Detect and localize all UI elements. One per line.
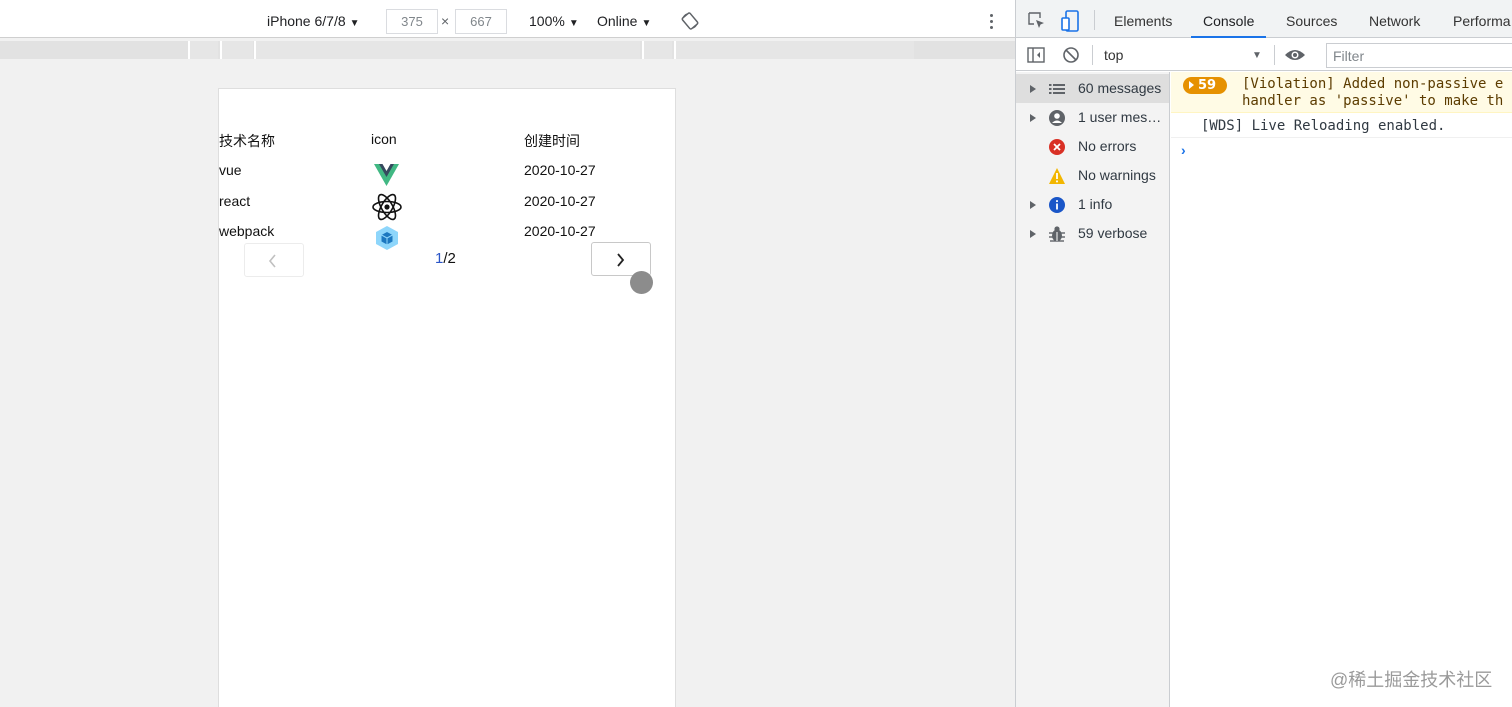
tab-network[interactable]: Network — [1369, 0, 1420, 38]
media-query-segment[interactable] — [188, 41, 218, 59]
column-header-icon: icon — [371, 131, 397, 147]
violation-text-line: handler as 'passive' to make th — [1242, 93, 1504, 109]
media-query-segment[interactable] — [254, 41, 640, 59]
sidebar-item-label: 59 verbose — [1078, 225, 1148, 241]
console-message-violation[interactable]: 59 [Violation] Added non-passive e handl… — [1171, 72, 1512, 113]
info-icon — [1049, 197, 1065, 213]
webpack-logo-icon — [376, 226, 398, 250]
throttle-value: Online — [597, 13, 638, 29]
throttle-select[interactable]: Online ▼ — [597, 0, 651, 38]
rotate-icon[interactable] — [681, 12, 699, 30]
date-cell: 2020-10-27 — [524, 223, 596, 239]
clear-console-icon[interactable] — [1062, 46, 1080, 64]
tab-elements[interactable]: Elements — [1114, 0, 1172, 38]
sidebar-item-label: 60 messages — [1078, 80, 1162, 96]
zoom-select[interactable]: 100% ▼ — [529, 0, 579, 38]
device-select[interactable]: iPhone 6/7/8 ▼ — [267, 0, 360, 38]
filter-input[interactable]: Filter — [1326, 43, 1512, 68]
sidebar-item-label: No errors — [1078, 138, 1137, 154]
device-toolbar: iPhone 6/7/8 ▼ 375 × 667 100% ▼ Online ▼ — [0, 0, 1015, 38]
tab-performance[interactable]: Performa — [1453, 0, 1511, 38]
console-toolbar: top ▼ Filter — [1016, 39, 1512, 71]
toolbar-divider — [1094, 10, 1095, 30]
touch-cursor-indicator — [630, 271, 653, 294]
chevron-down-icon: ▼ — [1252, 50, 1262, 61]
media-query-segment[interactable] — [674, 41, 914, 59]
sidebar-item-messages[interactable]: 60 messages — [1016, 74, 1169, 103]
inspect-element-icon[interactable] — [1028, 12, 1046, 30]
date-cell: 2020-10-27 — [524, 162, 596, 178]
dimension-separator: × — [441, 13, 450, 29]
log-text: [WDS] Live Reloading enabled. — [1201, 118, 1446, 134]
expand-triangle-icon[interactable] — [1030, 85, 1036, 93]
sidebar-toggle-icon[interactable] — [1027, 47, 1045, 63]
device-viewport: 技术名称 icon 创建时间 vue 2020-10-27 react 2020… — [218, 88, 676, 707]
expand-triangle-icon[interactable] — [1030, 114, 1036, 122]
chevron-down-icon: ▼ — [568, 18, 579, 29]
user-icon — [1049, 110, 1065, 126]
bug-icon — [1049, 226, 1065, 242]
device-toggle-icon[interactable] — [1061, 10, 1079, 32]
media-query-segment[interactable] — [220, 41, 253, 59]
expand-triangle-icon — [1189, 81, 1194, 89]
chevron-down-icon: ▼ — [641, 18, 652, 29]
console-prompt-icon[interactable]: › — [1181, 142, 1186, 158]
pager-indicator: 1/2 — [435, 250, 456, 267]
tab-console[interactable]: Console — [1191, 0, 1267, 38]
react-logo-icon — [372, 193, 402, 221]
width-input[interactable]: 375 — [386, 9, 438, 34]
date-cell: 2020-10-27 — [524, 193, 596, 209]
chevron-left-icon — [268, 254, 276, 268]
devtools-panel: Elements Console Sources Network Perform… — [1015, 0, 1512, 707]
eye-icon[interactable] — [1284, 47, 1306, 63]
device-emulation-area: iPhone 6/7/8 ▼ 375 × 667 100% ▼ Online ▼ 技术… — [0, 0, 1015, 707]
sidebar-item-label: 1 user mes… — [1078, 109, 1162, 125]
console-log: 59 [Violation] Added non-passive e handl… — [1171, 72, 1512, 707]
media-query-bar[interactable] — [0, 41, 1015, 59]
violation-text-line: [Violation] Added non-passive e — [1242, 76, 1504, 92]
sidebar-item-errors[interactable]: No errors — [1016, 132, 1169, 161]
console-sidebar: 60 messages 1 user mes… No errors No war… — [1016, 72, 1170, 707]
chevron-right-icon — [617, 253, 625, 267]
context-select[interactable]: top — [1104, 39, 1123, 71]
tech-name-cell: vue — [219, 162, 242, 178]
repeat-count-badge[interactable]: 59 — [1183, 77, 1227, 94]
sidebar-item-verbose[interactable]: 59 verbose — [1016, 219, 1169, 248]
tab-sources[interactable]: Sources — [1286, 0, 1337, 38]
pager-total: /2 — [443, 250, 456, 267]
expand-triangle-icon[interactable] — [1030, 201, 1036, 209]
device-name: iPhone 6/7/8 — [267, 13, 346, 29]
repeat-count: 59 — [1198, 78, 1217, 93]
devtools-tab-bar: Elements Console Sources Network Perform… — [1016, 0, 1512, 38]
height-input[interactable]: 667 — [455, 9, 507, 34]
vue-logo-icon — [374, 164, 399, 186]
sidebar-item-label: No warnings — [1078, 167, 1156, 183]
sidebar-item-info[interactable]: 1 info — [1016, 190, 1169, 219]
chevron-down-icon: ▼ — [349, 18, 360, 29]
more-options-icon[interactable] — [989, 14, 995, 30]
expand-triangle-icon[interactable] — [1030, 230, 1036, 238]
tech-name-cell: webpack — [219, 223, 275, 239]
pager-prev-button[interactable] — [244, 243, 304, 277]
watermark: @稀土掘金技术社区 — [1330, 670, 1493, 690]
warning-icon — [1049, 168, 1065, 184]
toolbar-divider — [1092, 45, 1093, 65]
column-header-name: 技术名称 — [219, 133, 275, 149]
column-header-date: 创建时间 — [524, 133, 580, 149]
sidebar-item-user-messages[interactable]: 1 user mes… — [1016, 103, 1169, 132]
list-icon — [1049, 84, 1065, 94]
error-icon — [1049, 139, 1065, 155]
console-message-log[interactable]: [WDS] Live Reloading enabled. — [1171, 114, 1512, 138]
media-query-segment[interactable] — [642, 41, 672, 59]
tech-name-cell: react — [219, 193, 251, 209]
sidebar-item-label: 1 info — [1078, 196, 1113, 212]
toolbar-divider — [1274, 45, 1275, 65]
sidebar-item-warnings[interactable]: No warnings — [1016, 161, 1169, 190]
zoom-value: 100% — [529, 13, 565, 29]
